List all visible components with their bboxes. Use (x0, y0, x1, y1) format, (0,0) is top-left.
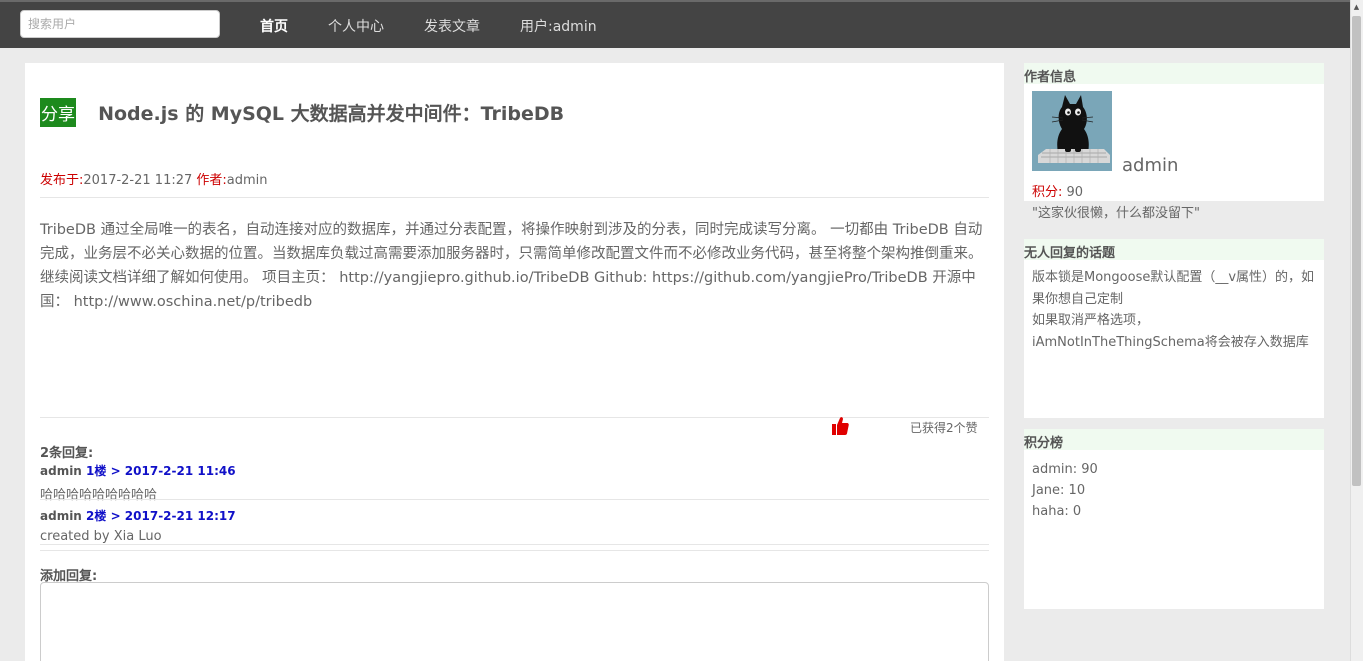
rank-item[interactable]: admin: 90 (1032, 459, 1316, 480)
article-title: Node.js 的 MySQL 大数据高并发中间件：TribeDB (98, 103, 565, 125)
topic-list: 版本锁是Mongoose默认配置（__v属性）的，如果你想自己定制 如果取消严格… (1024, 260, 1324, 353)
author-label: 作者: (196, 173, 227, 188)
reply-floor-time: 1楼 > 2017-2-21 11:46 (86, 464, 236, 478)
author-info-panel: 作者信息 admin 积分: 90 "这家伙很懒，什么都没留下" (1024, 63, 1324, 221)
topic-link[interactable]: 版本锁是Mongoose默认配置（__v属性）的，如果你想自己定制 (1032, 267, 1316, 310)
panel-title: 无人回复的话题 (1024, 239, 1324, 261)
divider (40, 499, 989, 500)
panel-title: 作者信息 (1024, 63, 1324, 85)
nav-publish-link[interactable]: 发表文章 (424, 16, 480, 36)
scroll-up-arrow-icon[interactable]: ▲ (1350, 0, 1363, 14)
article-body: TribeDB 通过全局唯一的表名，自动连接对应的数据库，并通过分表配置，将操作… (40, 222, 983, 310)
reply-item: admin 2楼 > 2017-2-21 12:17 created by Xi… (40, 507, 989, 544)
author-name[interactable]: admin (1122, 155, 1178, 176)
score-value: 90 (1066, 185, 1084, 200)
divider (40, 544, 989, 545)
reply-header: admin 1楼 > 2017-2-21 11:46 (40, 462, 989, 479)
divider (40, 550, 989, 551)
ranking-list: admin: 90 Jane: 10 haha: 0 (1024, 450, 1324, 522)
search-user-input[interactable] (20, 10, 220, 38)
avatar[interactable] (1032, 91, 1112, 171)
nav-user-link[interactable]: 用户:admin (520, 16, 597, 36)
reply-author[interactable]: admin (40, 464, 82, 478)
score-ranking-panel: 积分榜 admin: 90 Jane: 10 haha: 0 (1024, 429, 1324, 609)
reply-header: admin 2楼 > 2017-2-21 12:17 (40, 507, 989, 524)
published-date: 2017-2-21 11:27 (83, 173, 193, 188)
thumbs-up-icon[interactable] (831, 416, 849, 440)
author-score: 积分: 90 (1032, 181, 1083, 200)
reply-content: 哈哈哈哈哈哈哈哈哈 (40, 488, 158, 503)
reply-item: admin 1楼 > 2017-2-21 11:46 哈哈哈哈哈哈哈哈哈 (40, 462, 989, 503)
scrollbar-thumb[interactable] (1352, 16, 1361, 486)
score-label: 积分: (1032, 185, 1063, 200)
likes-count: 已获得2个赞 (910, 421, 978, 435)
topic-link[interactable]: 如果取消严格选项，iAmNotInTheThingSchema将会被存入数据库 (1032, 310, 1316, 353)
page-scrollbar[interactable]: ▲ (1350, 0, 1363, 661)
reply-author[interactable]: admin (40, 509, 82, 523)
reply-count: 2条回复: (40, 446, 94, 461)
reply-textarea[interactable] (40, 582, 989, 661)
article-title-row: 分享 Node.js 的 MySQL 大数据高并发中间件：TribeDB (40, 98, 564, 127)
article-meta: 发布于:2017-2-21 11:27 作者:admin (40, 169, 268, 188)
nav-home-link[interactable]: 首页 (260, 16, 288, 36)
unanswered-topics-panel: 无人回复的话题 版本锁是Mongoose默认配置（__v属性）的，如果你想自己定… (1024, 239, 1324, 418)
reply-content: created by Xia Luo (40, 529, 162, 544)
panel-title: 积分榜 (1024, 429, 1324, 451)
author-motto: "这家伙很懒，什么都没留下" (1032, 206, 1200, 221)
published-label: 发布于: (40, 173, 84, 188)
reply-floor-time: 2楼 > 2017-2-21 12:17 (86, 509, 236, 523)
category-badge: 分享 (40, 98, 76, 127)
nav-profile-link[interactable]: 个人中心 (328, 16, 384, 36)
top-navbar: 首页 个人中心 发表文章 用户:admin (0, 0, 1350, 48)
divider (40, 197, 989, 198)
author-value: admin (226, 173, 268, 188)
rank-item[interactable]: haha: 0 (1032, 501, 1316, 522)
rank-item[interactable]: Jane: 10 (1032, 480, 1316, 501)
article-panel: 分享 Node.js 的 MySQL 大数据高并发中间件：TribeDB 发布于… (25, 63, 1004, 661)
